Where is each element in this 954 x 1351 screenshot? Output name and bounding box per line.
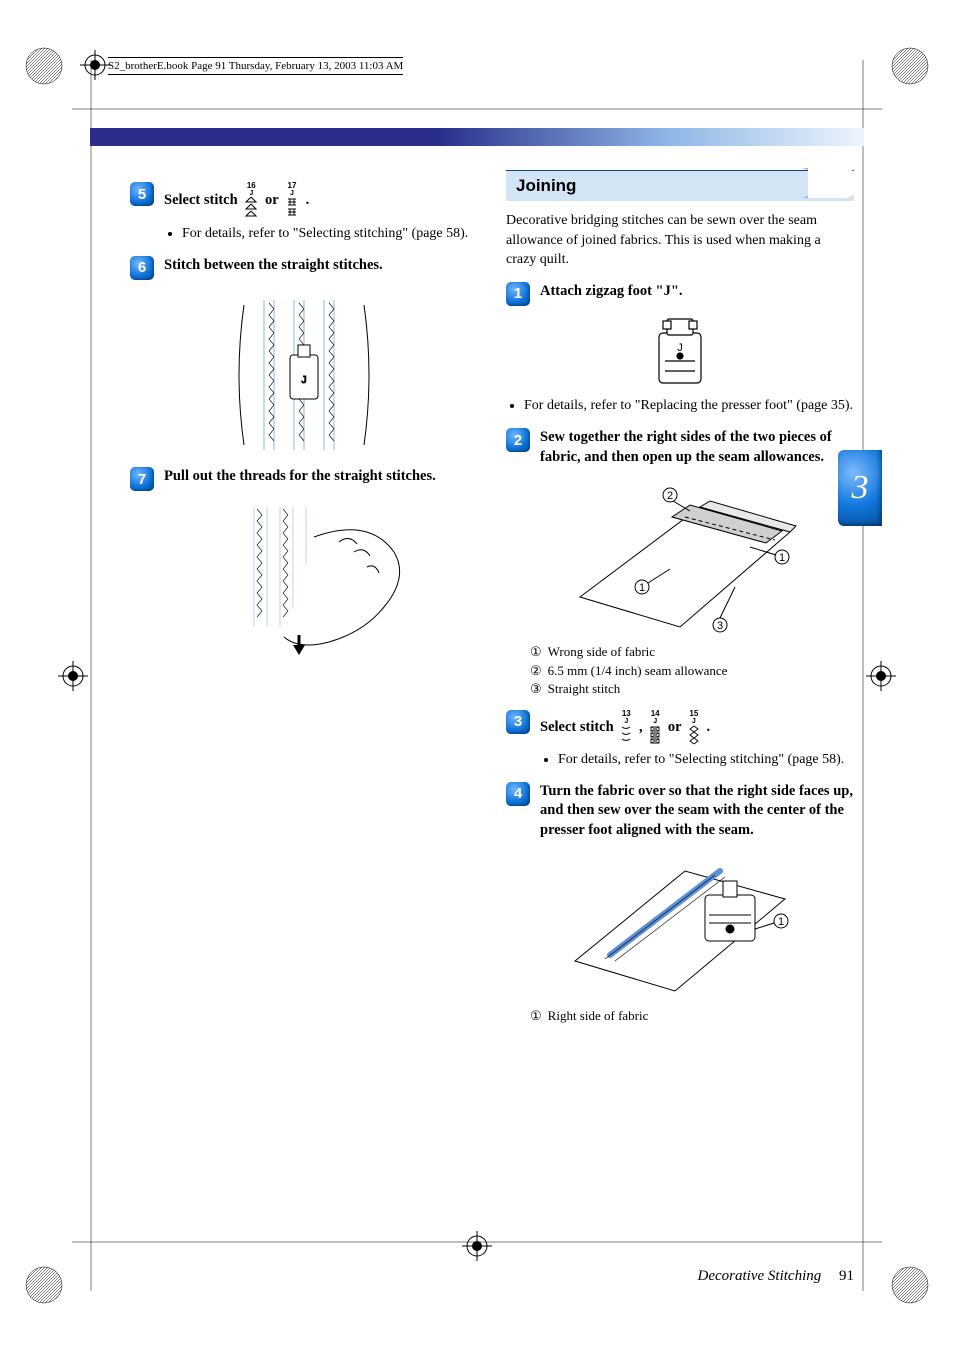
callout-num: ① — [530, 1007, 542, 1025]
crop-line — [86, 60, 96, 1291]
stitch-17-icon: 17 J — [285, 182, 299, 219]
step-2: 2 Sew together the right sides of the tw… — [506, 428, 854, 467]
section-tab-icon — [800, 168, 860, 198]
text: or — [265, 192, 278, 208]
step-7: 7 Pull out the threads for the straight … — [130, 467, 478, 487]
step-1: 1 Attach zigzag foot "J". — [506, 282, 854, 302]
book-header: S2_brotherE.book Page 91 Thursday, Febru… — [108, 57, 403, 75]
callout-num: ③ — [530, 680, 542, 698]
stitch-14-icon: 14 J — [649, 710, 661, 745]
svg-text:1: 1 — [778, 916, 784, 928]
text: , — [639, 719, 643, 735]
text: . — [707, 719, 711, 735]
callout-text: Straight stitch — [548, 680, 621, 698]
crop-ornament-icon — [888, 44, 932, 88]
footer-section-title: Decorative Stitching — [698, 1268, 822, 1284]
book-header-text: S2_brotherE.book Page 91 Thursday, Febru… — [108, 57, 403, 75]
right-column: Joining Decorative bridging stitches can… — [506, 170, 854, 1231]
section-title: Joining — [516, 176, 576, 195]
svg-text:1: 1 — [639, 582, 645, 594]
step-2-callouts: ① Wrong side of fabric ② 6.5 mm (1/4 inch)… — [530, 643, 854, 698]
crop-ornament-icon — [888, 1263, 932, 1307]
page-footer: Decorative Stitching 91 — [698, 1268, 854, 1285]
section-intro: Decorative bridging stitches can be sewn… — [506, 211, 854, 270]
crop-line — [72, 1237, 882, 1247]
step-5-detail: For details, refer to "Selecting stitchi… — [178, 225, 478, 244]
text: Select stitch — [164, 192, 241, 208]
crop-line — [858, 60, 868, 1291]
step-5-title: Select stitch 16 J or 17 J . — [164, 182, 478, 219]
step-badge: 7 — [130, 467, 154, 491]
detail-text: For details, refer to "Selecting stitchi… — [558, 751, 854, 770]
step-badge: 5 — [130, 182, 154, 206]
step-3-detail: For details, refer to "Selecting stitchi… — [554, 751, 854, 770]
stitch-16-icon: 16 J — [244, 182, 258, 219]
left-column: 5 Select stitch 16 J or 17 J . — [130, 170, 478, 1231]
step-badge: 4 — [506, 782, 530, 806]
callout-num: ② — [530, 662, 542, 680]
step-6-title: Stitch between the straight stitches. — [164, 256, 478, 276]
step-badge: 3 — [506, 710, 530, 734]
svg-text:2: 2 — [667, 490, 673, 502]
stitch-15-icon: 15 J — [688, 710, 700, 745]
callout-num: ① — [530, 643, 542, 661]
step-4: 4 Turn the fabric over so that the right… — [506, 782, 854, 841]
text: or — [668, 719, 681, 735]
detail-text: For details, refer to "Replacing the pre… — [524, 397, 854, 416]
step-1-illustration: J — [506, 311, 854, 391]
callout-text: Right side of fabric — [548, 1007, 649, 1025]
step-4-title: Turn the fabric over so that the right s… — [540, 782, 854, 841]
step-4-callouts: ① Right side of fabric — [530, 1007, 854, 1025]
registration-mark-icon — [58, 661, 88, 691]
step-badge: 1 — [506, 282, 530, 306]
callout-text: Wrong side of fabric — [548, 643, 655, 661]
crop-ornament-icon — [22, 1263, 66, 1307]
step-7-title: Pull out the threads for the straight st… — [164, 467, 478, 487]
registration-mark-icon — [866, 661, 896, 691]
step-5: 5 Select stitch 16 J or 17 J . — [130, 182, 478, 244]
step-3-title: Select stitch 13 J , 14 J or 15 — [540, 710, 854, 745]
step-2-title: Sew together the right sides of the two … — [540, 428, 854, 467]
stitch-13-icon: 13 J — [620, 710, 632, 745]
step-1-title: Attach zigzag foot "J". — [540, 282, 854, 302]
step-2-illustration: 2 1 1 3 — [506, 477, 854, 637]
chapter-number: 3 — [852, 469, 869, 507]
svg-text:J: J — [302, 375, 307, 386]
svg-text:1: 1 — [779, 552, 785, 564]
footer-page-number: 91 — [839, 1268, 854, 1284]
text: . — [306, 192, 310, 208]
content-columns: 5 Select stitch 16 J or 17 J . — [130, 170, 854, 1231]
foot-label: J — [677, 342, 683, 354]
svg-text:3: 3 — [717, 620, 723, 632]
step-badge: 2 — [506, 428, 530, 452]
callout-text: 6.5 mm (1/4 inch) seam allowance — [548, 662, 728, 680]
step-1-detail: For details, refer to "Replacing the pre… — [520, 397, 854, 416]
step-4-illustration: 1 — [506, 851, 854, 1001]
step-6-illustration: J — [130, 285, 478, 455]
step-6: 6 Stitch between the straight stitches. — [130, 256, 478, 276]
crop-line — [72, 104, 882, 114]
top-accent-bar — [90, 128, 864, 146]
step-3: 3 Select stitch 13 J , 14 J or — [506, 710, 854, 770]
header-register-icon — [80, 50, 110, 85]
detail-text: For details, refer to "Selecting stitchi… — [182, 225, 478, 244]
crop-ornament-icon — [22, 44, 66, 88]
step-7-illustration — [130, 497, 478, 657]
step-badge: 6 — [130, 256, 154, 280]
text: Select stitch — [540, 719, 617, 735]
section-heading: Joining — [506, 170, 854, 201]
page: S2_brotherE.book Page 91 Thursday, Febru… — [0, 0, 954, 1351]
